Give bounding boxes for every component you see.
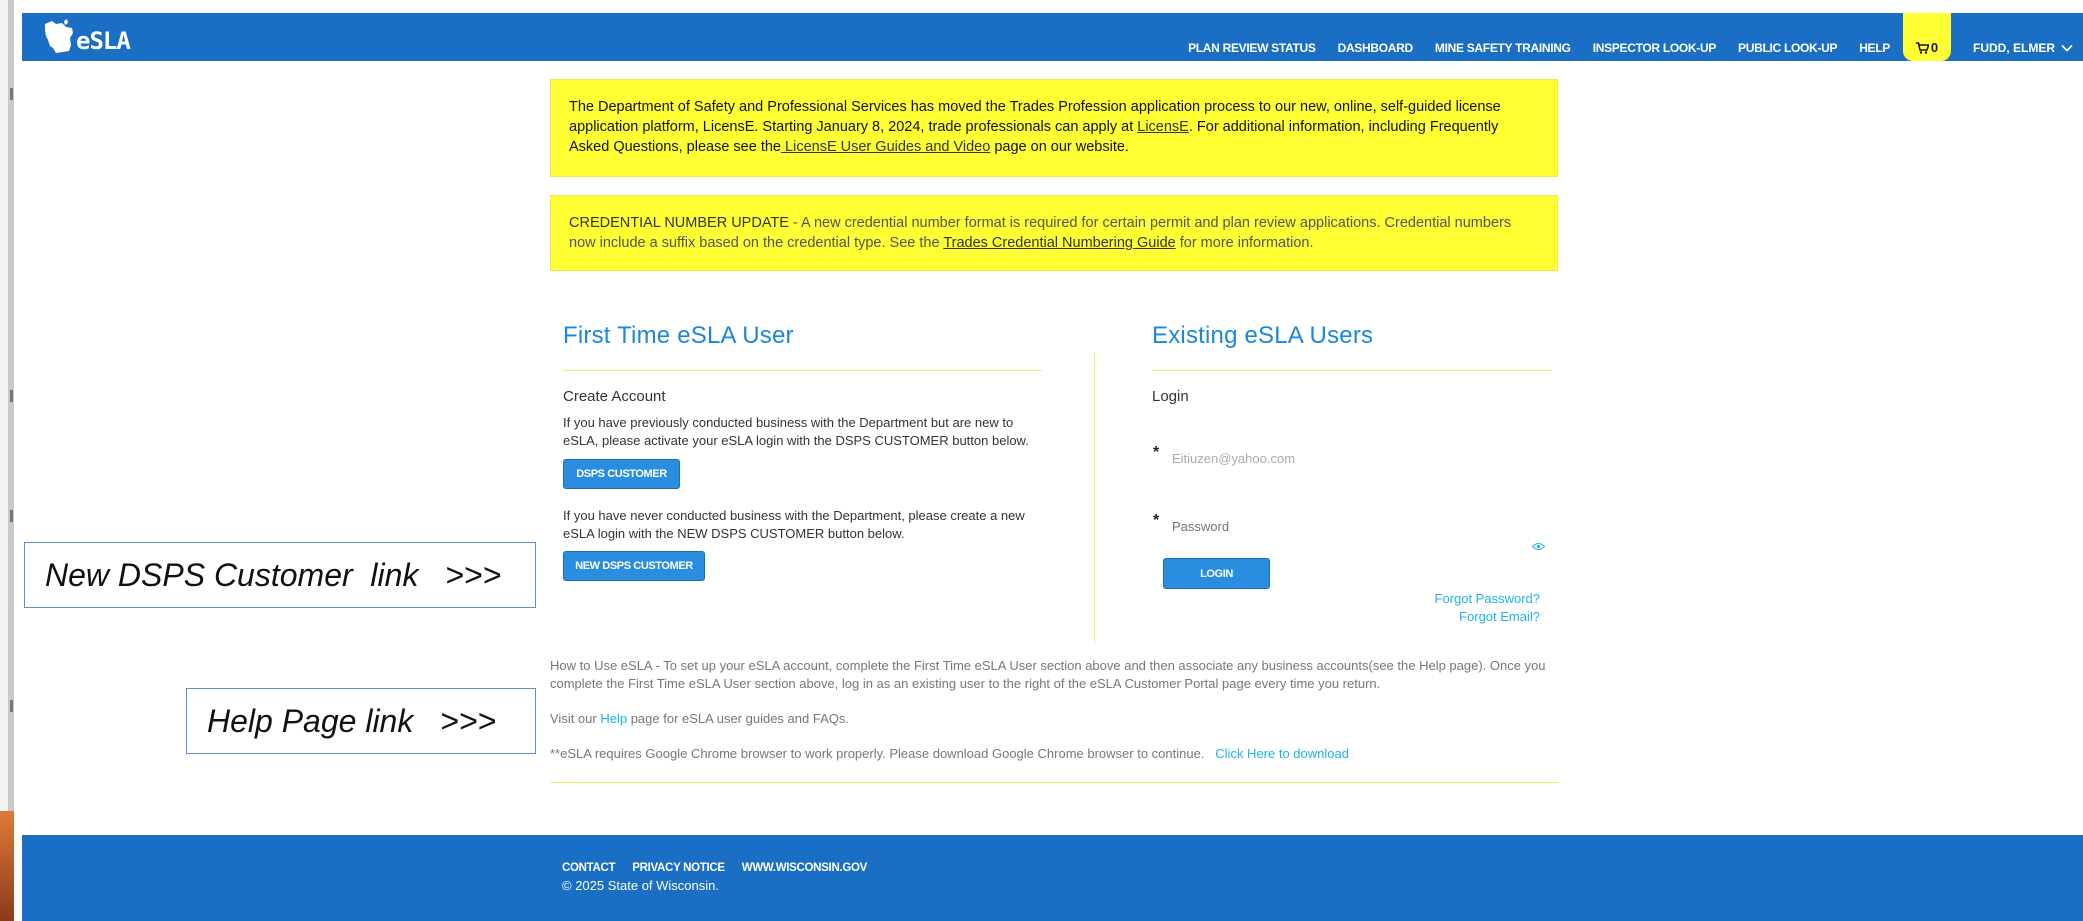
cart-icon [1915,42,1929,54]
footer-privacy-link[interactable]: PRIVACY NOTICE [632,862,725,874]
edge-tick [10,390,13,402]
visit-text: page for eSLA user guides and FAQs. [627,711,849,726]
forgot-password-link[interactable]: Forgot Password? [1402,591,1541,606]
license-link[interactable]: LicensE [1137,119,1189,135]
chrome-requirement-text: **eSLA requires Google Chrome browser to… [550,745,1349,763]
password-input[interactable] [1172,517,1532,535]
edge-tick [10,510,13,522]
site-footer: CONTACT PRIVACY NOTICE WWW.WISCONSIN.GOV… [22,835,2083,921]
login-button[interactable]: LOGIN [1163,558,1270,589]
main-nav: PLAN REVIEW STATUS DASHBOARD MINE SAFETY… [1177,13,2083,61]
create-account-heading: Create Account [563,388,666,405]
email-input[interactable] [1172,449,1532,467]
visit-text: Visit our [550,711,601,726]
cart-button[interactable]: 0 [1903,13,1951,61]
visit-help-text: Visit our Help page for eSLA user guides… [550,710,849,728]
content-bottom-divider [550,782,1558,783]
edge-tick [10,700,13,712]
nav-plan-review-status[interactable]: PLAN REVIEW STATUS [1177,41,1327,61]
show-password-eye-icon[interactable] [1532,542,1545,551]
credential-heading: CREDENTIAL NUMBER UPDATE [569,215,789,231]
required-marker: * [1153,444,1160,461]
new-customer-annotation: New DSPS Customer link >>> [24,542,536,608]
chrome-text: **eSLA requires Google Chrome browser to… [550,746,1205,761]
esla-portal: eSLA PLAN REVIEW STATUS DASHBOARD MINE S… [22,13,2083,921]
background-photo [0,811,14,921]
cart-count: 0 [1930,40,1939,55]
credential-guide-link[interactable]: Trades Credential Numbering Guide [943,235,1175,251]
footer-contact-link[interactable]: CONTACT [562,862,616,874]
section-divider [1152,370,1552,371]
copyright: © 2025 State of Wisconsin. [562,878,719,893]
first-time-title: First Time eSLA User [563,322,794,349]
footer-links: CONTACT PRIVACY NOTICE WWW.WISCONSIN.GOV [562,862,867,874]
column-divider [1094,353,1095,643]
license-guides-link[interactable]: LicensE User Guides and Video [781,139,990,155]
window-left-edge [0,0,14,921]
section-divider [563,370,1042,371]
help-page-annotation: Help Page link >>> [186,688,536,754]
esla-logo[interactable]: eSLA [42,17,131,57]
new-dsps-customer-button[interactable]: NEW DSPS CUSTOMER [563,551,705,581]
licensing-notice: The Department of Safety and Professiona… [550,79,1558,177]
footer-wisconsin-gov-link[interactable]: WWW.WISCONSIN.GOV [742,862,868,874]
credential-notice: CREDENTIAL NUMBER UPDATE - A new credent… [550,195,1558,271]
login-heading: Login [1152,388,1189,405]
help-page-link[interactable]: Help [600,711,627,726]
dsps-customer-button[interactable]: DSPS CUSTOMER [563,459,680,489]
logo-text: eSLA [76,27,131,55]
edge-tick [10,88,13,100]
required-marker: * [1153,512,1160,529]
notice-text: for more information. [1175,235,1314,251]
user-name: FUDD, ELMER [1973,41,2055,55]
chevron-down-icon [2061,44,2073,52]
notice-text: page on our website. [990,139,1129,155]
forgot-email-link[interactable]: Forgot Email? [1402,609,1540,624]
user-menu[interactable]: FUDD, ELMER [1961,41,2083,61]
chrome-download-link[interactable]: Click Here to download [1215,746,1349,761]
activate-instructions: If you have previously conducted busines… [563,415,1029,448]
new-account-instructions: If you have never conducted business wit… [563,508,1025,541]
nav-mine-safety-training[interactable]: MINE SAFETY TRAINING [1424,41,1582,61]
nav-public-look-up[interactable]: PUBLIC LOOK-UP [1727,41,1848,61]
nav-inspector-look-up[interactable]: INSPECTOR LOOK-UP [1582,41,1727,61]
top-nav-bar: eSLA PLAN REVIEW STATUS DASHBOARD MINE S… [22,13,2083,61]
how-to-use-text: How to Use eSLA - To set up your eSLA ac… [550,658,1546,691]
existing-users-title: Existing eSLA Users [1152,322,1374,349]
nav-help[interactable]: HELP [1848,41,1901,61]
nav-dashboard[interactable]: DASHBOARD [1327,41,1424,61]
